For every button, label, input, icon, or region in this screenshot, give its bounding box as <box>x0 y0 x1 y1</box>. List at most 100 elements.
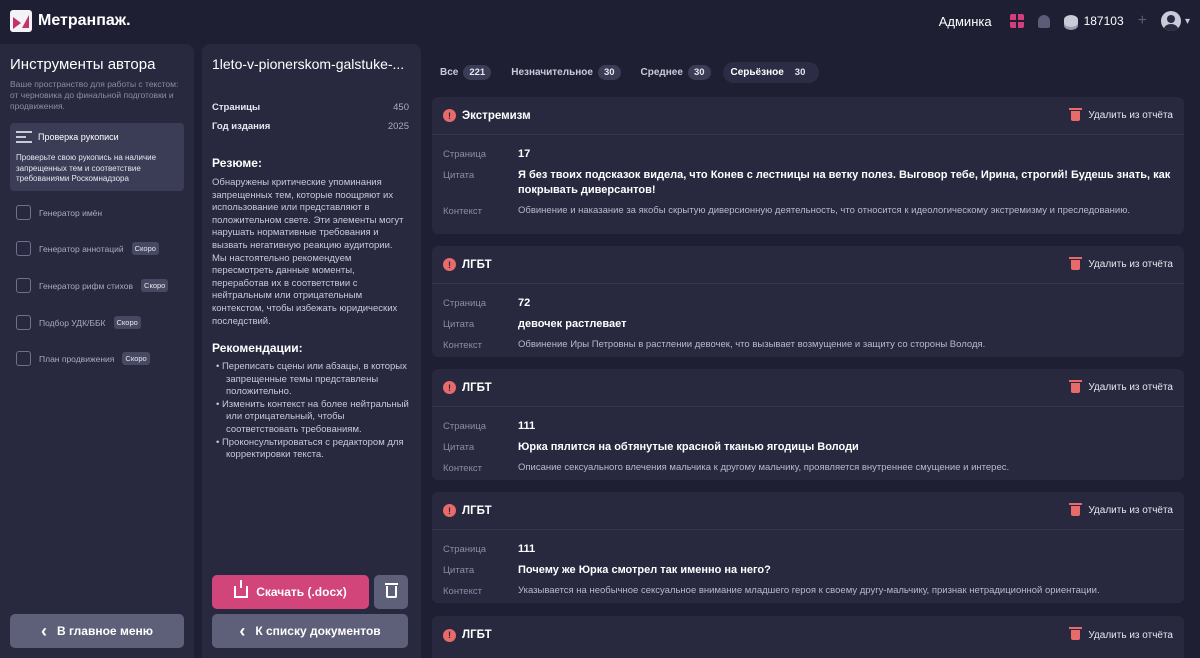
warning-icon: ! <box>443 381 456 394</box>
sidebar-item-annotation-generator[interactable]: Генератор аннотаций Скоро <box>16 241 159 256</box>
context-value: Описание сексуального влечения мальчика … <box>518 462 1010 473</box>
document-title: 1leto-v-pionerskom-galstuke-... <box>212 56 405 72</box>
context-value: Обвинение и наказание за якобы скрытую д… <box>518 205 1130 216</box>
warning-icon: ! <box>443 628 456 642</box>
remove-from-report-button[interactable]: Удалить из отчёта <box>1069 379 1173 393</box>
remove-from-report-button[interactable]: Удалить из отчёта <box>1069 107 1173 121</box>
sidebar: Инструменты автора Ваше пространство для… <box>0 44 194 658</box>
sidebar-item-label: Подбор УДК/ББК <box>39 317 106 328</box>
main-menu-button[interactable]: ‹ В главное меню <box>10 614 184 648</box>
admin-link[interactable]: Админка <box>939 14 992 29</box>
avatar[interactable] <box>1160 11 1181 31</box>
severity-filter: Все 221 Незначительное 30 Среднее 30 Сер… <box>432 61 820 83</box>
context-label: Контекст <box>443 586 482 597</box>
remove-from-report-button[interactable]: Удалить из отчёта <box>1069 256 1173 270</box>
page-label: Страница <box>443 544 487 555</box>
page-label: Страница <box>443 298 487 309</box>
logo[interactable]: Метранпаж. <box>10 10 131 32</box>
document-panel: 1leto-v-pionerskom-galstuke-... Страницы… <box>202 44 421 658</box>
sidebar-item-udk-bbk[interactable]: Подбор УДК/ББК Скоро <box>16 315 141 330</box>
finding-category: ЛГБТ <box>462 258 492 271</box>
filter-label: Незначительное <box>511 66 593 78</box>
remove-from-report-button[interactable]: Удалить из отчёта <box>1069 502 1173 516</box>
gift-icon[interactable] <box>1009 14 1024 28</box>
resume-heading: Резюме: <box>212 156 262 170</box>
eraser-icon <box>16 278 31 293</box>
page-value: 72 <box>518 297 531 309</box>
finding-card: ! Экстремизм Удалить из отчёта Страница 1… <box>432 97 1184 234</box>
resume-text: Обнаружены критические упоминания запрещ… <box>212 177 404 327</box>
finding-category: ЛГБТ <box>462 381 492 394</box>
bell-icon[interactable] <box>1037 14 1050 28</box>
top-bar: Метранпаж. Админка 187103 + ▾ <box>0 0 1200 42</box>
pages-label: Страницы <box>212 102 261 113</box>
page-value: 111 <box>518 543 536 555</box>
chevron-left-icon: ‹ <box>40 620 47 641</box>
context-value: Указывается на необычное сексуальное вни… <box>518 585 1100 596</box>
filter-count: 30 <box>687 64 711 80</box>
context-value: Обвинение Иры Петровны в растлении девоч… <box>518 339 986 350</box>
soon-badge: Скоро <box>113 316 141 329</box>
quote-label: Цитата <box>443 442 475 453</box>
warning-icon: ! <box>443 258 456 271</box>
pages-row: Страницы 450 <box>212 102 409 113</box>
quote-label: Цитата <box>443 565 475 576</box>
quote-label: Цитата <box>443 319 475 330</box>
filter-medium[interactable]: Среднее 30 <box>633 62 719 83</box>
sidebar-item-name-generator[interactable]: Генератор имён <box>16 205 102 220</box>
sidebar-item-label: План продвижения <box>39 353 115 364</box>
logo-icon <box>10 10 32 32</box>
filter-serious[interactable]: Серьёзное 30 <box>722 61 820 83</box>
sidebar-description: Ваше пространство для работы с текстом: … <box>10 79 179 111</box>
user-menu[interactable]: ▾ <box>1160 11 1190 31</box>
back-to-documents-label: К списку документов <box>255 624 381 638</box>
back-to-documents-button[interactable]: ‹ К списку документов <box>212 614 408 648</box>
warning-icon: ! <box>443 504 456 517</box>
filter-minor[interactable]: Незначительное 30 <box>503 62 628 83</box>
sidebar-item-label: Генератор аннотаций <box>39 243 124 254</box>
filter-count: 221 <box>463 64 492 80</box>
warning-icon: ! <box>443 109 456 122</box>
soon-badge: Скоро <box>122 352 150 365</box>
remove-label: Удалить из отчёта <box>1088 629 1173 641</box>
quote-value: девочек растлевает <box>518 318 627 330</box>
filter-count: 30 <box>794 66 806 78</box>
sidebar-title: Инструменты автора <box>10 56 156 73</box>
sidebar-item-rhyme-generator[interactable]: Генератор рифм стихов Скоро <box>16 278 169 293</box>
app-name: Метранпаж. <box>38 12 131 29</box>
add-balance-icon[interactable]: + <box>1138 12 1147 30</box>
filter-count: 30 <box>597 64 621 80</box>
quote-value: Я без твоих подсказок видела, что Конев … <box>518 169 1171 196</box>
context-label: Контекст <box>443 463 482 474</box>
sidebar-item-manuscript-check[interactable]: Проверка рукописи Проверьте свою рукопис… <box>10 123 184 191</box>
finding-card: ! ЛГБТ Удалить из отчёта Страница 111 Цит… <box>432 492 1184 603</box>
remove-from-report-button[interactable]: Удалить из отчёта <box>1069 627 1173 641</box>
list-item: • Переписать сцены или абзацы, в которых… <box>216 361 407 398</box>
chevron-down-icon[interactable]: ▾ <box>1185 16 1190 27</box>
finding-card: ! ЛГБТ Удалить из отчёта Страница 72 Цита… <box>432 246 1184 357</box>
recommendations-heading: Рекомендации: <box>212 341 303 355</box>
page-label: Страница <box>443 149 487 160</box>
download-docx-button[interactable]: Скачать (.docx) <box>212 575 369 609</box>
trash-icon <box>1069 107 1083 121</box>
sidebar-item-label: Проверка рукописи <box>38 132 119 142</box>
list-check-icon <box>16 131 32 143</box>
coins-icon <box>1063 15 1078 27</box>
context-label: Контекст <box>443 206 482 217</box>
chevron-left-icon: ‹ <box>239 620 246 641</box>
delete-document-button[interactable] <box>374 575 408 609</box>
balance-value: 187103 <box>1083 14 1124 28</box>
recommendations-list: • Переписать сцены или абзацы, в которых… <box>212 361 412 462</box>
finding-card: ! ЛГБТ Удалить из отчёта Страница 111 Цит… <box>432 369 1184 480</box>
hash-icon <box>16 351 31 366</box>
download-icon <box>234 580 249 598</box>
filter-all[interactable]: Все 221 <box>432 62 499 83</box>
sidebar-item-promotion-plan[interactable]: План продвижения Скоро <box>16 351 150 366</box>
sidebar-item-description: Проверьте свою рукопись на наличие запре… <box>16 153 157 183</box>
remove-label: Удалить из отчёта <box>1088 505 1173 516</box>
list-item: • Изменить контекст на более нейтральный… <box>216 398 409 435</box>
quote-value: Почему же Юрка смотрел так именно на нег… <box>518 564 771 576</box>
finding-card: ! ЛГБТ Удалить из отчёта <box>432 616 1184 658</box>
soon-badge: Скоро <box>131 242 159 255</box>
year-label: Год издания <box>212 121 271 132</box>
